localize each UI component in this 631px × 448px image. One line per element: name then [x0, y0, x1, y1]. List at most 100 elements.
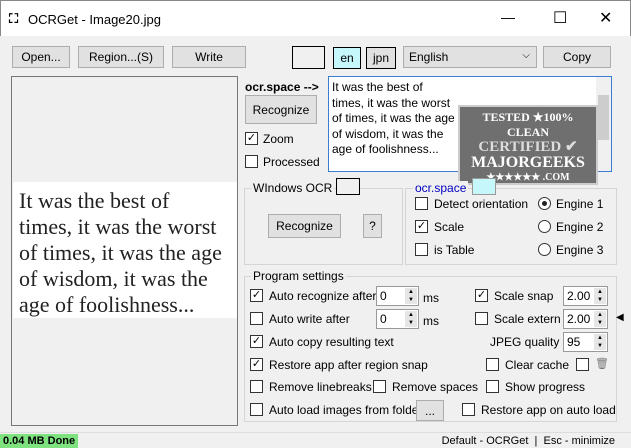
spinner-value: 95 [567, 335, 581, 349]
is-table-label: is Table [434, 243, 475, 257]
write-button[interactable]: Write [172, 46, 246, 68]
title-bar: ⛶ OCRGet - Image20.jpg — ☐ ✕ [0, 0, 631, 36]
spinner-arrows-icon[interactable]: ▲ ▼ [594, 334, 606, 350]
image-line: of times, it was the age [19, 240, 222, 265]
restore-auto-load-label: Restore app on auto load [481, 403, 616, 417]
open-button[interactable]: Open... [12, 46, 70, 68]
spinner-arrows-icon[interactable]: ▲ ▼ [405, 311, 417, 327]
detect-orientation-checkbox[interactable] [415, 197, 428, 210]
auto-write-checkbox[interactable] [250, 312, 263, 325]
maximize-button[interactable]: ☐ [553, 8, 567, 28]
language-value: English [409, 50, 449, 64]
engine2-label: Engine 2 [556, 220, 604, 234]
status-left: 0.04 MB Done [0, 434, 79, 448]
scale-extern-checkbox[interactable] [475, 312, 488, 325]
scrollbar[interactable] [596, 77, 611, 171]
jpeg-quality-spinner[interactable]: 95 ▲ ▼ [563, 332, 608, 352]
spinner-arrows-icon[interactable]: ▲ ▼ [594, 288, 606, 304]
recognize-button[interactable]: Recognize [245, 95, 317, 124]
clear-cache-checkbox[interactable] [486, 358, 499, 371]
scale-checkbox[interactable]: ✓ [415, 220, 428, 233]
auto-load-label: Auto load images from folder [269, 403, 423, 417]
lang-en-button[interactable]: en [333, 47, 361, 69]
remove-linebreaks-checkbox[interactable] [250, 380, 263, 393]
spinner-value: 0 [380, 312, 387, 326]
engine1-radio[interactable] [538, 197, 551, 210]
spinner-value: 2.00 [567, 312, 591, 326]
remove-linebreaks-label: Remove linebreaks [269, 380, 372, 394]
scale-extern-label: Scale extern [494, 312, 561, 326]
auto-write-spinner[interactable]: 0 ▲ ▼ [376, 309, 419, 329]
auto-copy-checkbox[interactable]: ✓ [250, 335, 263, 348]
ocr-space-label: ocr.space --> [245, 80, 319, 94]
zoom-checkbox[interactable]: ✓ [245, 132, 258, 145]
arrow-left-icon[interactable]: ◀ [616, 312, 624, 323]
chevron-down-icon: ⌵ [522, 50, 530, 61]
is-table-checkbox[interactable] [415, 243, 428, 256]
auto-copy-label: Auto copy resulting text [269, 335, 394, 349]
auto-recognize-spinner[interactable]: 0 ▲ ▼ [376, 286, 419, 306]
minimize-button[interactable]: — [501, 9, 515, 25]
browse-folder-button[interactable]: ... [416, 400, 444, 421]
auto-write-label: Auto write after [269, 312, 350, 326]
windows-ocr-title: WIndows OCR [251, 181, 335, 195]
restore-snap-label: Restore app after region snap [269, 358, 428, 372]
majorgeeks-badge-logo: TESTED ★100% CLEAN CERTIFIED ✔ MAJORGEEKS ★… [458, 105, 598, 185]
scale-snap-checkbox[interactable]: ✓ [475, 289, 488, 302]
jpeg-quality-label: JPEG quality [490, 335, 560, 349]
status-right: Default - OCRGet | Esc - minimize [441, 435, 615, 447]
program-settings-title: Program settings [251, 269, 346, 283]
clear-cache-label: Clear cache [505, 358, 570, 372]
detect-orientation-label: Detect orientation [434, 197, 529, 211]
scale-extern-spinner[interactable]: 2.00 ▲ ▼ [563, 309, 608, 329]
spinner-arrows-icon[interactable]: ▲ ▼ [594, 311, 606, 327]
image-preview[interactable]: It was the best of times, it was the wor… [11, 76, 238, 426]
status-bar: 0.04 MB Done Default - OCRGet | Esc - mi… [0, 432, 631, 448]
show-progress-checkbox[interactable] [486, 380, 499, 393]
trash-icon[interactable]: 🗑 [595, 357, 609, 370]
ocr-space-title: ocr.space [413, 181, 469, 195]
ms-label: ms [423, 314, 439, 328]
remove-spaces-checkbox[interactable] [373, 380, 386, 393]
show-progress-label: Show progress [505, 380, 586, 394]
copy-button[interactable]: Copy [543, 46, 611, 68]
scale-snap-label: Scale snap [494, 289, 554, 303]
restore-snap-checkbox[interactable]: ✓ [250, 358, 263, 371]
ocr-space-swatch[interactable] [472, 178, 496, 195]
engine2-radio[interactable] [538, 220, 551, 233]
image-line: times, it was the worst [19, 214, 217, 239]
scale-label: Scale [434, 220, 465, 234]
engine3-label: Engine 3 [556, 243, 604, 257]
scrollbar-thumb[interactable] [598, 95, 609, 140]
remove-spaces-label: Remove spaces [392, 380, 479, 394]
image-line: age of foolishness... [19, 292, 195, 317]
spinner-value: 0 [380, 289, 387, 303]
close-button[interactable]: ✕ [599, 8, 612, 28]
app-icon: ⛶ [9, 11, 19, 26]
zoom-label: Zoom [263, 132, 294, 146]
region-button[interactable]: Region...(S) [78, 46, 164, 68]
image-content: It was the best of times, it was the wor… [13, 182, 237, 318]
auto-recognize-label: Auto recognize after [269, 289, 377, 303]
auto-load-checkbox[interactable] [250, 403, 263, 416]
engine1-label: Engine 1 [556, 197, 604, 211]
lang-jpn-button[interactable]: jpn [366, 47, 396, 69]
language-select[interactable]: English ⌵ [403, 46, 537, 68]
windows-ocr-swatch[interactable] [336, 178, 360, 195]
color-swatch[interactable] [292, 46, 325, 69]
window-title: OCRGet - Image20.jpg [28, 12, 161, 27]
engine3-radio[interactable] [538, 243, 551, 256]
spinner-arrows-icon[interactable]: ▲ ▼ [405, 288, 417, 304]
windows-recognize-button[interactable]: Recognize [268, 214, 341, 238]
spinner-value: 2.00 [567, 289, 591, 303]
image-line: of wisdom, it was the [19, 266, 208, 291]
processed-checkbox[interactable] [245, 155, 258, 168]
help-button[interactable]: ? [363, 214, 382, 238]
scale-snap-spinner[interactable]: 2.00 ▲ ▼ [563, 286, 608, 306]
restore-auto-load-checkbox[interactable] [462, 403, 475, 416]
ms-label: ms [423, 291, 439, 305]
auto-recognize-checkbox[interactable]: ✓ [250, 289, 263, 302]
image-line: It was the best of [19, 188, 170, 213]
processed-label: Processed [263, 155, 320, 169]
clear-cache-confirm-checkbox[interactable] [576, 358, 589, 371]
